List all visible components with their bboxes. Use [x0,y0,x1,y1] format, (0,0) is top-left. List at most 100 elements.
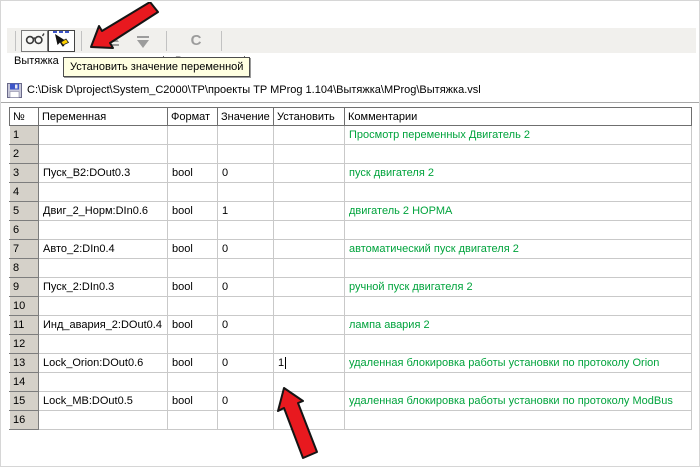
cell-var[interactable]: Двиг_2_Норм:DIn0.6 [39,202,168,221]
tooltip-set-variable-value: Установить значение переменной [63,57,250,77]
cell-set[interactable] [274,259,345,278]
cell-comment[interactable] [345,411,692,430]
cell-rownum: 4 [10,183,39,202]
cell-var[interactable] [39,221,168,240]
cell-var[interactable] [39,297,168,316]
cell-val[interactable] [218,411,274,430]
cell-set[interactable] [274,221,345,240]
horizontal-separator [1,102,699,104]
cell-set[interactable] [274,411,345,430]
cell-val[interactable]: 0 [218,278,274,297]
cell-set[interactable] [274,278,345,297]
variables-grid: № Переменная Формат Значение Установить … [9,107,692,430]
cell-var[interactable]: Пуск_2:DIn0.3 [39,278,168,297]
table-row: 5Двиг_2_Норм:DIn0.6bool1двигатель 2 НОРМ… [10,202,692,221]
move-down-button[interactable] [132,31,154,51]
header-row: № Переменная Формат Значение Установить … [10,108,692,126]
tab-vytyazhka[interactable]: Вытяжка [14,55,59,67]
cell-fmt[interactable] [168,297,218,316]
cell-var[interactable]: Инд_авария_2:DOut0.4 [39,316,168,335]
cell-var[interactable] [39,335,168,354]
cell-comment[interactable] [345,297,692,316]
cell-set[interactable] [274,126,345,145]
cell-fmt[interactable] [168,411,218,430]
cell-var[interactable]: Lock_Orion:DOut0.6 [39,354,168,373]
col-header-format: Формат [168,108,218,126]
cell-fmt[interactable]: bool [168,392,218,411]
cell-set[interactable] [274,392,345,411]
cell-comment[interactable] [345,221,692,240]
cell-val[interactable]: 0 [218,316,274,335]
watch-variables-button[interactable] [21,30,48,52]
cell-comment[interactable]: автоматический пуск двигателя 2 [345,240,692,259]
cell-set[interactable] [274,164,345,183]
table-row: 8 [10,259,692,278]
cell-comment[interactable] [345,259,692,278]
cell-comment[interactable]: удаленная блокировка работы установки по… [345,354,692,373]
cell-val[interactable]: 0 [218,164,274,183]
cell-set[interactable] [274,316,345,335]
cell-val[interactable]: 0 [218,392,274,411]
cell-fmt[interactable] [168,221,218,240]
cell-set[interactable] [274,335,345,354]
move-up-button[interactable] [102,31,124,51]
cell-set[interactable] [274,373,345,392]
cell-set[interactable] [274,240,345,259]
cell-val[interactable]: 0 [218,240,274,259]
cell-val[interactable] [218,126,274,145]
cell-fmt[interactable] [168,259,218,278]
cell-set[interactable] [274,297,345,316]
cell-fmt[interactable]: bool [168,354,218,373]
cell-set[interactable] [274,183,345,202]
cell-var[interactable] [39,126,168,145]
refresh-button[interactable]: C [185,31,207,51]
cell-val[interactable] [218,259,274,278]
cell-set[interactable] [274,202,345,221]
cell-var[interactable]: Пуск_В2:DOut0.3 [39,164,168,183]
cell-var[interactable]: Lock_MB:DOut0.5 [39,392,168,411]
cell-fmt[interactable] [168,145,218,164]
cell-val[interactable]: 0 [218,354,274,373]
cell-var[interactable]: Авто_2:DIn0.4 [39,240,168,259]
cell-fmt[interactable]: bool [168,202,218,221]
cell-fmt[interactable] [168,335,218,354]
cell-fmt[interactable]: bool [168,278,218,297]
cell-rownum: 11 [10,316,39,335]
cell-comment[interactable] [345,335,692,354]
cell-val[interactable]: 1 [218,202,274,221]
table-body: 1Просмотр переменных Двигатель 223Пуск_В… [10,126,692,430]
col-header-num: № [10,108,39,126]
cell-set[interactable]: 1 [274,354,345,373]
cell-val[interactable] [218,373,274,392]
cell-var[interactable] [39,411,168,430]
cell-fmt[interactable] [168,183,218,202]
cell-var[interactable] [39,183,168,202]
cell-comment[interactable] [345,183,692,202]
cell-val[interactable] [218,297,274,316]
cell-fmt[interactable]: bool [168,316,218,335]
cell-comment[interactable]: ручной пуск двигателя 2 [345,278,692,297]
cell-val[interactable] [218,221,274,240]
cell-comment[interactable]: Просмотр переменных Двигатель 2 [345,126,692,145]
cell-comment[interactable]: двигатель 2 НОРМА [345,202,692,221]
cell-comment[interactable] [345,373,692,392]
cell-comment[interactable]: удаленная блокировка работы установки по… [345,392,692,411]
toolbar-separator [81,31,82,51]
cell-fmt[interactable] [168,126,218,145]
cell-fmt[interactable] [168,373,218,392]
cell-var[interactable] [39,259,168,278]
cell-comment[interactable]: пуск двигателя 2 [345,164,692,183]
toolbar-separator [166,31,167,51]
cell-fmt[interactable]: bool [168,240,218,259]
cell-comment[interactable] [345,145,692,164]
cell-set[interactable] [274,145,345,164]
cell-fmt[interactable]: bool [168,164,218,183]
cell-val[interactable] [218,335,274,354]
cell-val[interactable] [218,145,274,164]
cell-comment[interactable]: лампа авария 2 [345,316,692,335]
cell-var[interactable] [39,373,168,392]
set-variable-value-button[interactable] [48,30,75,52]
project-file-path: C:\Disk D\project\System_C2000\TP\проект… [27,84,481,96]
cell-var[interactable] [39,145,168,164]
cell-val[interactable] [218,183,274,202]
